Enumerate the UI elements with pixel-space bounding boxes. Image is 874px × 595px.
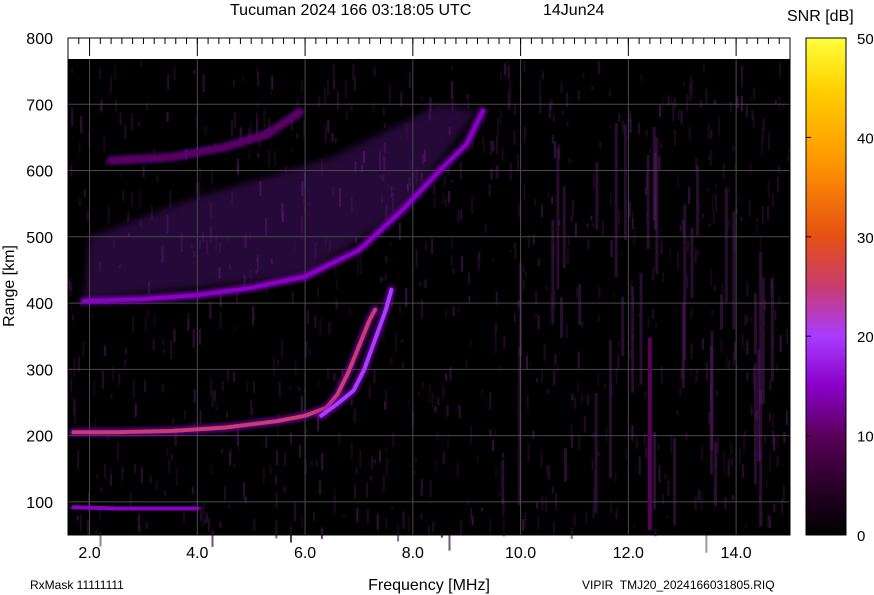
y-tick-label: 600 bbox=[26, 164, 53, 181]
x-tick-label: 4.0 bbox=[186, 545, 208, 562]
y-tick-label: 700 bbox=[26, 97, 53, 114]
echo-trace bbox=[71, 505, 200, 511]
x-tick-label: 2.0 bbox=[78, 545, 100, 562]
x-tick-label: 12.0 bbox=[613, 545, 644, 562]
ionogram-chart: Tucuman 2024 166 03:18:05 UTC 14Jun24 SN… bbox=[1, 2, 874, 594]
x-axis-label: Frequency [MHz] bbox=[368, 577, 490, 594]
y-tick-label: 200 bbox=[26, 429, 53, 446]
x-tick-label: 6.0 bbox=[294, 545, 316, 562]
x-tick-label: 10.0 bbox=[505, 545, 536, 562]
rx-mask: RxMask 11111111 bbox=[30, 578, 124, 592]
colorbar bbox=[805, 37, 847, 536]
colorbar-tick-label: 10 bbox=[857, 429, 874, 446]
colorbar-tick-label: 30 bbox=[857, 230, 874, 247]
plot-top-band bbox=[68, 38, 790, 59]
colorbar-tick-label: 20 bbox=[857, 329, 874, 346]
y-tick-label: 100 bbox=[26, 495, 53, 512]
chart-title: Tucuman 2024 166 03:18:05 UTC bbox=[230, 2, 471, 19]
y-axis-label: Range [km] bbox=[1, 245, 18, 327]
file-info: VIPIR TMJ20_2024166031805.RIQ bbox=[582, 578, 775, 592]
y-tick-label: 500 bbox=[26, 230, 53, 247]
y-tick-label: 400 bbox=[26, 296, 53, 313]
colorbar-tick-label: 0 bbox=[857, 528, 865, 545]
date-label: 14Jun24 bbox=[543, 2, 604, 19]
y-tick-label: 800 bbox=[26, 31, 53, 48]
y-tick-label: 300 bbox=[26, 362, 53, 379]
x-tick-label: 8.0 bbox=[402, 545, 424, 562]
x-tick-label: 14.0 bbox=[721, 545, 752, 562]
colorbar-tick-label: 40 bbox=[857, 130, 874, 147]
colorbar-label: SNR [dB] bbox=[787, 8, 854, 25]
colorbar-tick-label: 50 bbox=[857, 31, 874, 48]
